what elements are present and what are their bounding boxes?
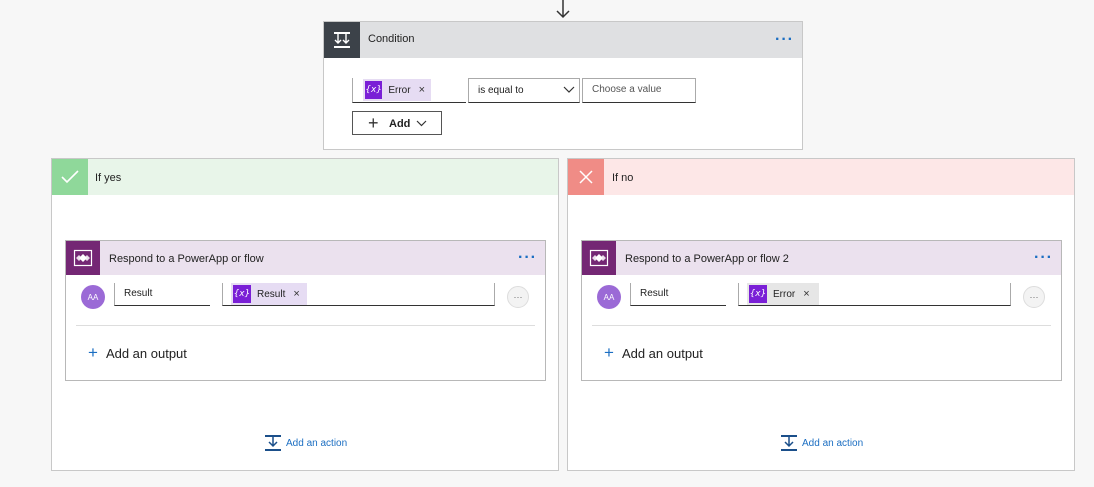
more-icon: ··· (513, 292, 523, 302)
branch-if-no: If no Respond to a PowerApp or flow 2 ··… (567, 158, 1075, 471)
condition-card: Condition ··· {x} Error × is equal to Ch… (323, 21, 803, 150)
action-more-icon[interactable]: ··· (518, 250, 537, 266)
add-action-icon (780, 434, 798, 452)
output-token-result[interactable]: {x} Result × (231, 283, 307, 305)
condition-more-icon[interactable]: ··· (775, 32, 794, 48)
remove-token-icon[interactable]: × (803, 288, 809, 300)
token-label: Error (773, 288, 796, 300)
add-button-label: Add (389, 118, 411, 130)
output-token-error[interactable]: {x} Error × (747, 283, 819, 305)
value-placeholder: Choose a value (592, 84, 662, 95)
divider (592, 325, 1051, 326)
condition-header[interactable]: Condition ··· (324, 22, 802, 58)
add-output-button-no[interactable]: + Add an output (604, 343, 703, 363)
output-value-input-no[interactable]: {x} Error × (738, 283, 1011, 306)
divider (76, 325, 535, 326)
dynamic-content-icon: {x} (233, 285, 251, 303)
output-options-button[interactable]: ··· (507, 286, 529, 308)
action-more-icon[interactable]: ··· (1034, 250, 1053, 266)
branch-yes-title: If yes (95, 172, 122, 184)
action-header-yes[interactable]: Respond to a PowerApp or flow ··· (66, 241, 545, 275)
action-header-no[interactable]: Respond to a PowerApp or flow 2 ··· (582, 241, 1061, 275)
add-output-label: Add an output (621, 345, 703, 361)
add-icon: + (88, 343, 98, 362)
output-name-input-no[interactable]: Result (630, 283, 726, 306)
avatar: AA (81, 285, 105, 309)
branch-no-title: If no (612, 172, 634, 184)
add-action-link-no[interactable]: Add an action (780, 433, 863, 453)
branch-yes-header: If yes (52, 159, 558, 195)
output-name-value: Result (124, 288, 153, 299)
powerapps-icon (66, 241, 100, 275)
output-value-input-yes[interactable]: {x} Result × (222, 283, 495, 306)
flow-arrow-down-icon (553, 0, 573, 20)
add-output-label: Add an output (105, 345, 187, 361)
dynamic-content-icon: {x} (365, 81, 383, 99)
dynamic-content-icon: {x} (749, 285, 767, 303)
condition-operator-dropdown[interactable]: is equal to (468, 78, 580, 103)
condition-add-button[interactable]: + Add (352, 111, 442, 135)
avatar-text-icon: AA (603, 292, 615, 302)
add-icon: + (604, 343, 614, 362)
token-label: Error (388, 84, 411, 96)
branch-no-header: If no (568, 159, 1074, 195)
operator-value: is equal to (478, 85, 524, 96)
powerapps-icon (582, 241, 616, 275)
avatar: AA (597, 285, 621, 309)
action-title-yes: Respond to a PowerApp or flow (109, 253, 264, 265)
add-action-link-yes[interactable]: Add an action (264, 433, 347, 453)
output-name-value: Result (640, 288, 669, 299)
action-card-no: Respond to a PowerApp or flow 2 ··· AA R… (581, 240, 1062, 381)
remove-token-icon[interactable]: × (293, 288, 299, 300)
action-card-yes: Respond to a PowerApp or flow ··· AA Res… (65, 240, 546, 381)
condition-value-input[interactable]: Choose a value (582, 78, 696, 103)
token-label: Result (257, 288, 286, 300)
condition-icon (324, 22, 360, 58)
add-action-label: Add an action (286, 437, 348, 449)
condition-title: Condition (368, 33, 415, 45)
condition-token-error[interactable]: {x} Error × (363, 79, 431, 101)
close-icon (568, 159, 604, 195)
action-title-no: Respond to a PowerApp or flow 2 (625, 253, 789, 265)
remove-token-icon[interactable]: × (419, 84, 425, 96)
chevron-down-icon (416, 120, 427, 127)
avatar-text-icon: AA (87, 292, 99, 302)
add-output-button-yes[interactable]: + Add an output (88, 343, 187, 363)
output-name-input-yes[interactable]: Result (114, 283, 210, 306)
chevron-down-icon (563, 86, 575, 94)
checkmark-icon (52, 159, 88, 195)
condition-left-operand[interactable]: {x} Error × (352, 78, 466, 103)
branch-if-yes: If yes Respond to a PowerApp or flow ···… (51, 158, 559, 471)
add-icon: + (368, 113, 379, 133)
add-action-label: Add an action (802, 437, 864, 449)
output-options-button[interactable]: ··· (1023, 286, 1045, 308)
add-action-icon (264, 434, 282, 452)
more-icon: ··· (1029, 292, 1039, 302)
